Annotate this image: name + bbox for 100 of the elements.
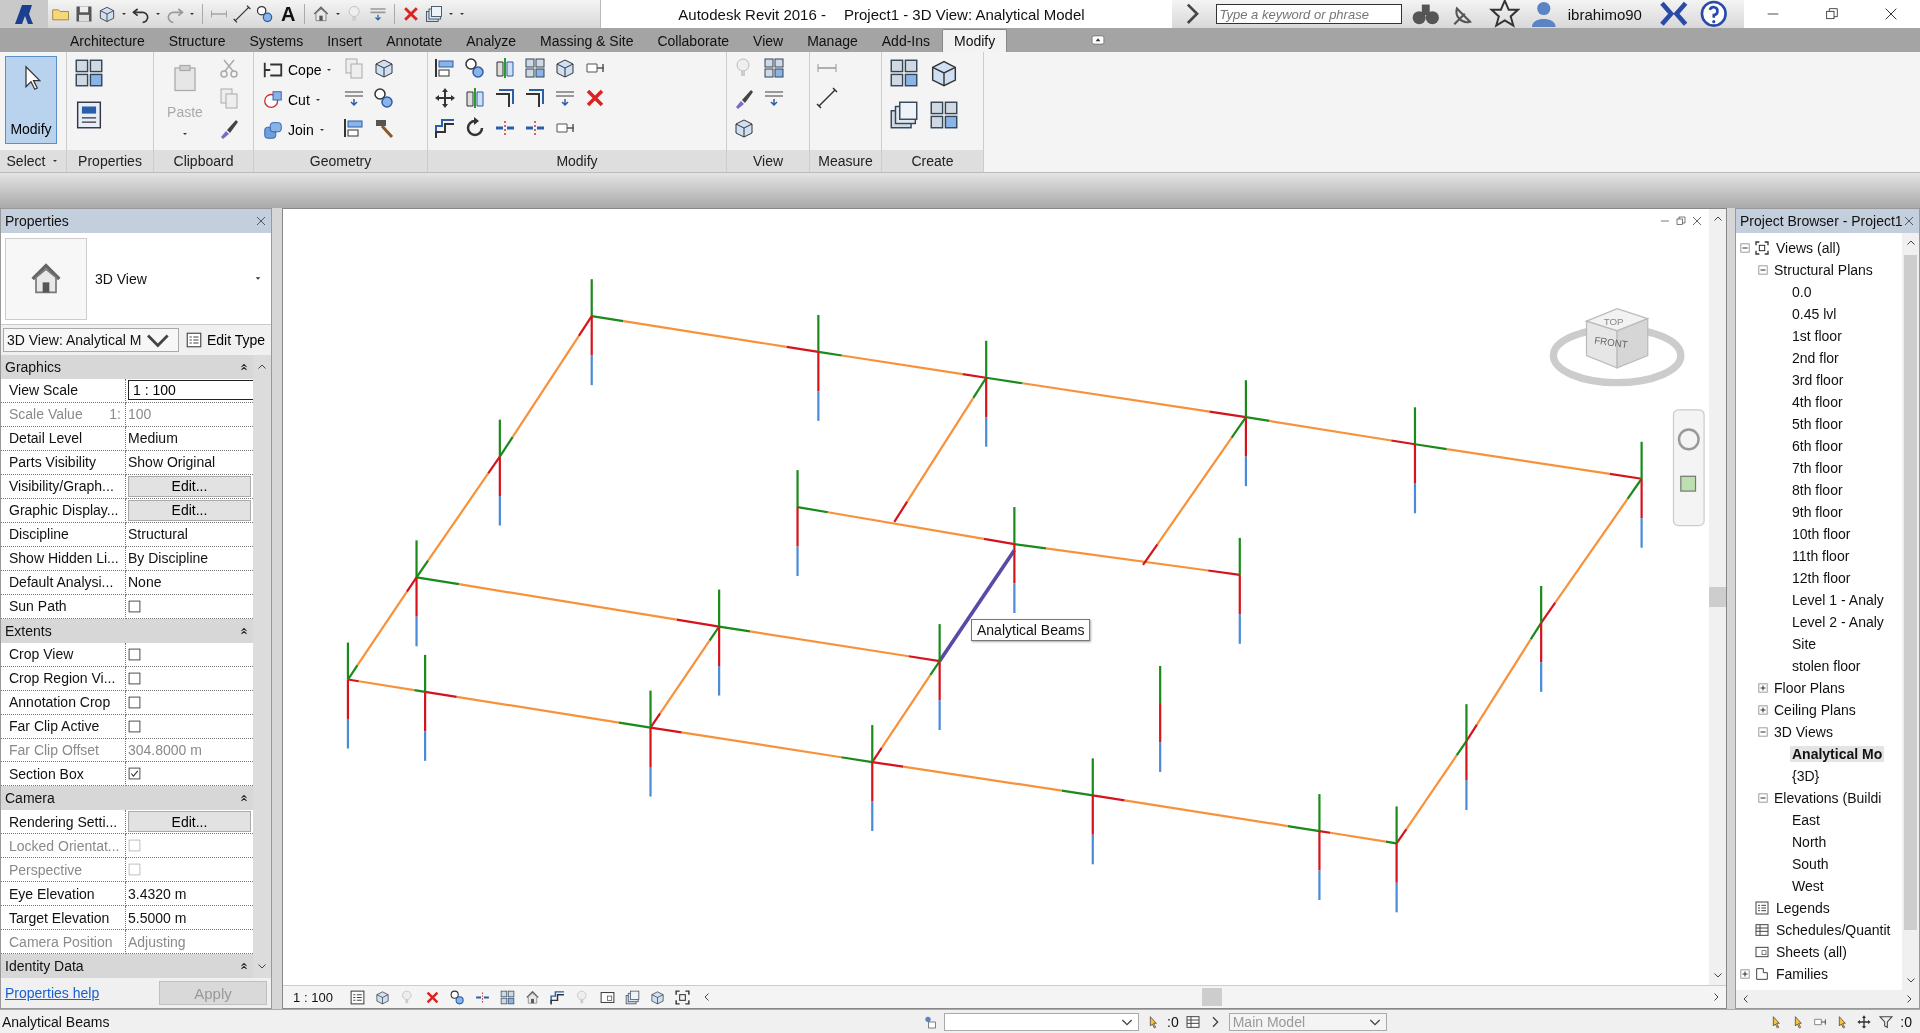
- app-menu-icon[interactable]: [12, 2, 36, 26]
- edit-button[interactable]: Edit...: [128, 811, 251, 833]
- collapse-icon[interactable]: [239, 362, 249, 372]
- caret-icon[interactable]: [188, 11, 196, 17]
- tree-item[interactable]: 12th floor: [1790, 570, 1853, 586]
- tree-item[interactable]: Sheets (all): [1774, 944, 1849, 960]
- tree-item[interactable]: Legends: [1774, 900, 1832, 916]
- stack-icon[interactable]: [624, 988, 641, 1006]
- cube-icon[interactable]: [374, 988, 391, 1006]
- section-header[interactable]: Identity Data: [1, 954, 253, 979]
- checkbox[interactable]: [128, 695, 141, 709]
- tree-item[interactable]: Families: [1774, 966, 1831, 982]
- dimension-icon[interactable]: [815, 86, 839, 110]
- expand-icon[interactable]: [1758, 683, 1768, 693]
- tree-item[interactable]: South: [1790, 856, 1831, 872]
- tree-item[interactable]: Floor Plans: [1772, 680, 1847, 696]
- checkbox[interactable]: [128, 647, 141, 661]
- tree-item[interactable]: West: [1790, 878, 1826, 894]
- offset-icon[interactable]: [433, 116, 457, 140]
- mirror-icon[interactable]: [463, 86, 487, 110]
- collapse-icon[interactable]: [239, 625, 249, 636]
- tree-item[interactable]: 3rd floor: [1790, 372, 1846, 388]
- tree-item[interactable]: 9th floor: [1790, 504, 1845, 520]
- tree-item[interactable]: Elevations (Buildi: [1772, 790, 1884, 806]
- circles-icon[interactable]: [255, 4, 275, 24]
- tree-item[interactable]: Schedules/Quantit: [1774, 922, 1893, 938]
- tree-item[interactable]: East: [1790, 812, 1822, 828]
- search-field[interactable]: Type a keyword or phrase: [1215, 4, 1402, 24]
- dimension-icon[interactable]: [232, 4, 252, 24]
- tree-item[interactable]: Level 2 - Analy: [1790, 614, 1886, 630]
- edit-type-button[interactable]: Edit Type: [183, 331, 268, 349]
- tree-item[interactable]: Level 1 - Analy: [1790, 592, 1886, 608]
- save-icon[interactable]: [74, 4, 94, 24]
- blocks-icon[interactable]: [499, 988, 516, 1006]
- tool-button[interactable]: Join: [259, 116, 337, 144]
- house-icon[interactable]: [524, 988, 541, 1006]
- help-link[interactable]: Properties help: [5, 985, 100, 1001]
- property-field[interactable]: 1 : 100: [128, 380, 256, 401]
- table-icon[interactable]: [349, 988, 366, 1006]
- user-name[interactable]: ibrahimo90: [1567, 5, 1642, 23]
- cube-icon[interactable]: [97, 4, 117, 24]
- restore-icon[interactable]: [1675, 215, 1687, 227]
- ribbon-tab[interactable]: Modify: [942, 29, 1008, 52]
- caret-icon[interactable]: [120, 11, 128, 17]
- trim-icon[interactable]: [523, 86, 547, 110]
- ribbon-tab[interactable]: Architecture: [58, 29, 157, 52]
- stack-icon[interactable]: [424, 4, 445, 24]
- instance-dropdown[interactable]: 3D View: Analytical M: [3, 328, 179, 352]
- edit-button[interactable]: Edit...: [128, 475, 251, 497]
- cube-face-label[interactable]: FRONT: [1593, 334, 1629, 351]
- tree-item[interactable]: 10th floor: [1790, 526, 1853, 542]
- tree-item[interactable]: Structural Plans: [1772, 262, 1875, 278]
- offset-icon[interactable]: [549, 988, 566, 1006]
- caret-icon[interactable]: [334, 11, 343, 17]
- expand-icon[interactable]: [1758, 705, 1768, 715]
- caret-icon[interactable]: [154, 11, 162, 17]
- tree-item[interactable]: 11th floor: [1790, 548, 1852, 564]
- tree-item[interactable]: stolen floor: [1790, 658, 1863, 674]
- tree-item[interactable]: 5th floor: [1790, 416, 1845, 432]
- design-options-icon[interactable]: [1184, 1013, 1201, 1030]
- ribbon-tab[interactable]: Insert: [315, 29, 375, 52]
- collapse-icon[interactable]: [239, 961, 249, 972]
- tree-item[interactable]: Analytical Mo: [1790, 746, 1885, 762]
- checkbox[interactable]: [128, 719, 141, 733]
- ribbon-tab[interactable]: View: [741, 29, 796, 52]
- drag-icon[interactable]: [1856, 1013, 1873, 1030]
- ribbon-tab[interactable]: Massing & Site: [528, 29, 646, 52]
- tree-item[interactable]: 3D Views: [1772, 724, 1835, 740]
- tool-button[interactable]: Cut: [259, 86, 337, 114]
- viewfinder-icon[interactable]: [674, 988, 691, 1006]
- tool-button[interactable]: Modify: [5, 56, 57, 144]
- tree-item[interactable]: Views (all): [1774, 240, 1843, 256]
- tool-button[interactable]: Cope: [259, 56, 337, 84]
- trim-icon[interactable]: [493, 86, 517, 110]
- tree-item[interactable]: Site: [1790, 636, 1819, 652]
- tree-item[interactable]: North: [1790, 834, 1829, 850]
- circles-icon[interactable]: [449, 988, 466, 1006]
- blocks-icon[interactable]: [523, 56, 547, 80]
- tree-item[interactable]: 8th floor: [1790, 482, 1845, 498]
- tree-item[interactable]: 2nd flor: [1790, 350, 1841, 366]
- tree-item[interactable]: 6th floor: [1790, 438, 1845, 454]
- ribbon-tab[interactable]: Add-Ins: [869, 29, 942, 52]
- text-tool-button[interactable]: A: [278, 2, 299, 26]
- type-selector[interactable]: 3D View: [1, 233, 271, 325]
- tree-item[interactable]: {3D}: [1790, 768, 1822, 784]
- ribbon-tab[interactable]: Systems: [237, 29, 316, 52]
- caret-icon[interactable]: [325, 67, 334, 73]
- expand-icon[interactable]: [1740, 969, 1750, 979]
- ribbon-tab[interactable]: Collaborate: [645, 29, 742, 52]
- circles-icon[interactable]: [463, 56, 487, 80]
- ribbon-tab[interactable]: Structure: [156, 29, 238, 52]
- filter-icon[interactable]: [1878, 1013, 1895, 1030]
- tree-item[interactable]: 1st floor: [1790, 328, 1844, 344]
- tree-item[interactable]: 7th floor: [1790, 460, 1845, 476]
- cross-arrows-icon[interactable]: [433, 86, 457, 110]
- view-scale[interactable]: 1 : 100: [283, 989, 343, 1005]
- close-icon[interactable]: [1691, 215, 1703, 227]
- star-icon[interactable]: [1488, 0, 1521, 30]
- caret-icon[interactable]: [253, 275, 263, 282]
- mirror-icon[interactable]: [493, 56, 517, 80]
